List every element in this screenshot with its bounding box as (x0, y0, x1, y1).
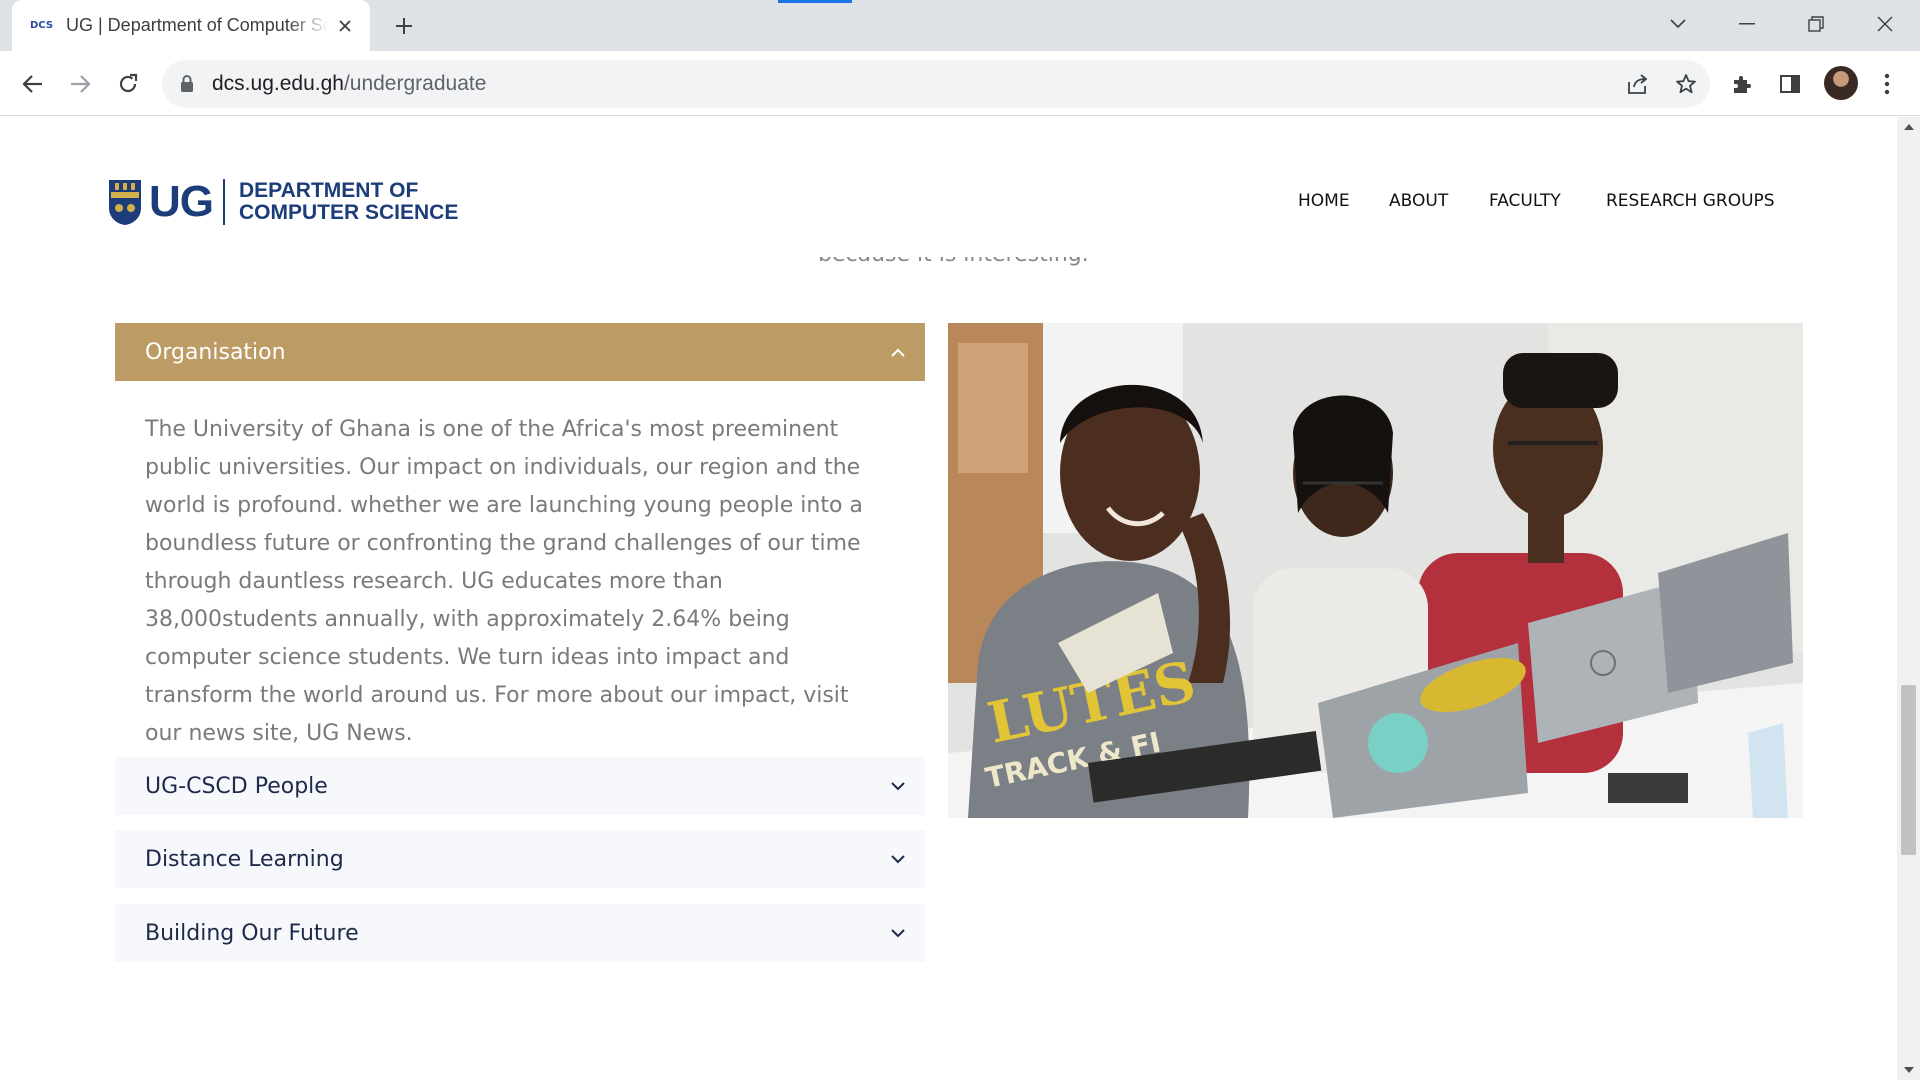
ug-crest-icon (109, 180, 141, 225)
bookmark-star-icon[interactable] (1672, 70, 1700, 98)
browser-toolbar: dcs.ug.edu.gh/undergraduate (0, 51, 1920, 116)
logo-divider (223, 179, 225, 225)
accordion-organisation-body: The University of Ghana is one of the Af… (145, 417, 863, 746)
tab-close-icon[interactable] (334, 15, 356, 37)
site-header: UG DEPARTMENT OF COMPUTER SCIENCE HOME A… (0, 117, 1897, 257)
page-viewport: because it is interesting. UG DEPARTMENT… (0, 117, 1897, 1080)
chevron-up-icon (887, 341, 909, 363)
tab-search-chevron-icon[interactable] (1656, 6, 1700, 42)
new-tab-plus-icon[interactable] (390, 12, 418, 40)
accordion-title: UG-CSCD People (145, 773, 328, 799)
logo-ug-text: UG (149, 177, 214, 226)
minimize-icon[interactable] (1725, 6, 1769, 42)
accordion-title: Building Our Future (145, 920, 359, 946)
page-scrollbar[interactable] (1897, 117, 1920, 1080)
browser-tab-strip: DCS UG | Department of Computer Science (0, 0, 1920, 51)
students-photo: LUTES TRACK & FI (948, 323, 1803, 818)
tab-title: UG | Department of Computer Science (66, 15, 328, 35)
students-illustration: LUTES TRACK & FI (948, 323, 1803, 818)
chevron-down-icon (887, 922, 909, 944)
forward-arrow-icon[interactable] (60, 64, 100, 104)
nav-about[interactable]: ABOUT (1389, 191, 1448, 211)
browser-tab-active[interactable]: DCS UG | Department of Computer Science (12, 0, 370, 51)
nav-faculty[interactable]: FACULTY (1489, 191, 1561, 211)
accordion-title: Distance Learning (145, 846, 344, 872)
url-text[interactable]: dcs.ug.edu.gh/undergraduate (212, 72, 486, 96)
close-window-icon[interactable] (1863, 6, 1907, 42)
tab-loading-indicator (778, 0, 852, 3)
site-logo[interactable]: UG DEPARTMENT OF COMPUTER SCIENCE (107, 177, 458, 227)
address-bar[interactable]: dcs.ug.edu.gh/undergraduate (162, 60, 1710, 108)
url-host: dcs.ug.edu.gh (212, 72, 344, 95)
chevron-down-icon (887, 775, 909, 797)
side-panel-icon[interactable] (1773, 67, 1807, 101)
nav-research-groups[interactable]: RESEARCH GROUPS (1606, 191, 1775, 211)
accordion-title: Organisation (145, 339, 286, 365)
nav-home[interactable]: HOME (1298, 191, 1350, 211)
lock-icon[interactable] (180, 75, 194, 98)
scrollbar-thumb[interactable] (1901, 685, 1916, 855)
share-icon[interactable] (1624, 70, 1652, 98)
accordion-people-header[interactable]: UG-CSCD People (115, 757, 925, 815)
accordion-distance-learning-header[interactable]: Distance Learning (115, 830, 925, 888)
logo-line-2: COMPUTER SCIENCE (239, 201, 459, 224)
favicon-icon: DCS (30, 20, 54, 31)
reload-icon[interactable] (108, 64, 148, 104)
restore-icon[interactable] (1794, 6, 1838, 42)
logo-line-1: DEPARTMENT OF (239, 179, 419, 202)
logo-department-text: DEPARTMENT OF COMPUTER SCIENCE (239, 180, 458, 224)
extensions-puzzle-icon[interactable] (1725, 67, 1759, 101)
accordion-building-future-header[interactable]: Building Our Future (115, 904, 925, 962)
scroll-down-arrow-icon[interactable] (1897, 1060, 1920, 1080)
scroll-up-arrow-icon[interactable] (1897, 117, 1920, 137)
chevron-down-icon (887, 848, 909, 870)
back-arrow-icon[interactable] (13, 64, 53, 104)
kebab-menu-icon[interactable] (1870, 67, 1904, 101)
url-path: /undergraduate (343, 72, 487, 95)
profile-avatar[interactable] (1824, 66, 1858, 100)
accordion-organisation-header[interactable]: Organisation (115, 323, 925, 381)
